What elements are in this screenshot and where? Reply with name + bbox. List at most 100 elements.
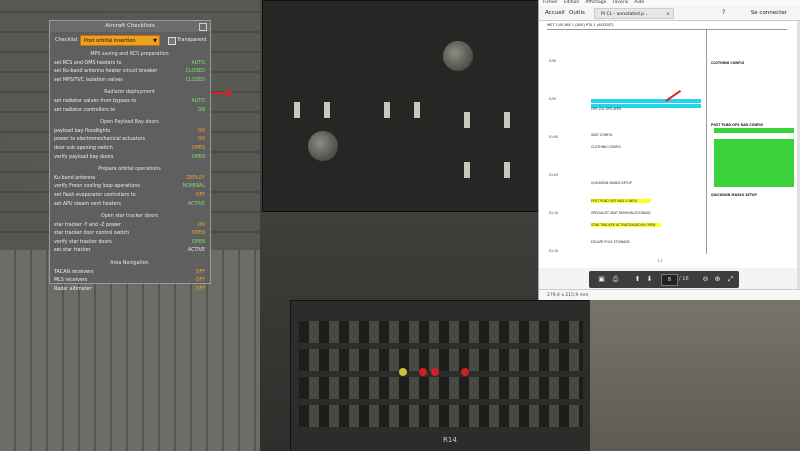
checklist-item[interactable]: set Ku-band antenna heater circuit break…	[54, 68, 205, 77]
save-icon[interactable]: ▣	[597, 275, 606, 284]
zoom-out-icon[interactable]: ⊖	[701, 275, 710, 284]
rotary-knob[interactable]	[308, 131, 338, 161]
pdf-viewer-window: Fichier Edition Affichage Favoris Aide Accue…	[538, 0, 800, 300]
checklist-item-status: ON	[197, 222, 205, 228]
checklist-item[interactable]: power to electromechanical actuators ON	[54, 136, 205, 145]
checklist-item-label: set radiator valves from bypass to	[54, 98, 137, 104]
breaker-row[interactable]	[299, 349, 583, 371]
checklist-item-status: ON	[197, 107, 205, 113]
breaker-yellow[interactable]	[399, 368, 407, 376]
breaker-row[interactable]	[299, 377, 583, 399]
chevron-down-icon: ▼	[153, 38, 157, 44]
checklist-item[interactable]: set MPS/TVC isolation valves CLOSED	[54, 77, 205, 86]
highlight-cyan	[591, 99, 701, 103]
transparent-label: Transparent	[177, 37, 207, 43]
checklist-titlebar[interactable]: Aircraft Checklists	[50, 21, 210, 32]
page-down-icon[interactable]: ⬇	[645, 275, 654, 284]
doc-procedure-row: OPS 201 OPS XFER	[591, 107, 622, 111]
doc-time-label: 0:50	[549, 59, 557, 63]
checklist-item-label: Radar altimeter	[54, 286, 92, 292]
help-icon[interactable]: ?	[722, 9, 725, 16]
checklist-section-heading: Radiator deployment	[104, 90, 155, 96]
circuit-breaker-panel	[290, 300, 592, 451]
checklist-title: Aircraft Checklists	[105, 23, 155, 29]
transparent-checkbox[interactable]	[168, 37, 176, 45]
page-up-icon[interactable]: ⬆	[633, 275, 642, 284]
fit-page-icon[interactable]: ⤢	[726, 275, 735, 284]
checklist-item[interactable]: payload bay floodlights ON	[54, 128, 205, 137]
checklist-item[interactable]: set star tracker ACTIVE	[54, 247, 205, 256]
checklist-item[interactable]: star tracker -Y and -Z power ON	[54, 222, 205, 231]
checklist-item-label: set star tracker	[54, 248, 91, 254]
toggle-switch[interactable]	[293, 101, 301, 119]
checklist-item[interactable]: set RCS and OMS heaters to AUTO	[54, 60, 205, 69]
menu-item[interactable]: Favoris	[612, 0, 628, 5]
menu-item[interactable]: Aide	[634, 0, 644, 5]
sign-in-link[interactable]: Se connecter	[751, 10, 787, 16]
checklist-item-label: set MPS/TVC isolation valves	[54, 77, 123, 83]
panel-label: R14	[443, 436, 457, 444]
page-input[interactable]: 8	[661, 274, 678, 286]
checklist-item-status: OFF	[195, 192, 205, 198]
toggle-switch[interactable]	[463, 111, 471, 129]
highlight-green	[714, 128, 794, 133]
divider	[706, 29, 707, 254]
checklist-item[interactable]: set flash evaporator controllers to OFF	[54, 192, 205, 201]
print-icon[interactable]: ⎙	[611, 275, 620, 284]
checklist-item-label: set Ku-band antenna heater circuit break…	[54, 69, 158, 75]
rotary-knob[interactable]	[443, 41, 473, 71]
checklist-item-label: verify Freon cooling loop operations	[54, 184, 140, 190]
checklist-item[interactable]: verify payload bay doors OPEN	[54, 154, 205, 163]
toggle-switch[interactable]	[503, 111, 511, 129]
checklist-window[interactable]: Aircraft Checklists Checklist Post orbit…	[49, 20, 233, 292]
checklist-item-status: OFF	[195, 286, 205, 292]
checklist-item-label: set radiator controllers to	[54, 107, 116, 113]
checklist-item-label: set APU steam vent heaters	[54, 201, 122, 207]
zoom-in-icon[interactable]: ⊕	[713, 275, 722, 284]
close-icon[interactable]	[199, 23, 207, 31]
breaker-row[interactable]	[299, 321, 583, 343]
toggle-switch[interactable]	[413, 101, 421, 119]
checklist-item-label: TACAN receivers	[54, 269, 94, 275]
breaker-red[interactable]	[419, 368, 427, 376]
checklist-item[interactable]: MLS receivers OFF	[54, 277, 205, 286]
toggle-switch[interactable]	[503, 161, 511, 179]
checklist-select[interactable]: Post orbital insertion ▼	[80, 35, 160, 46]
checklist-item[interactable]: set APU steam vent heaters ACTIVE	[54, 201, 205, 210]
checklist-section-heading: MPS saving and RCS preparation	[90, 52, 169, 57]
home-link[interactable]: Accueil	[545, 10, 565, 16]
checklist-item[interactable]: Ku-band antenna DEPLOY	[54, 175, 205, 184]
breaker-red[interactable]	[461, 368, 469, 376]
document-tab[interactable]: PI CL - annotated.p... ×	[594, 8, 674, 19]
doc-time-label: 01:00	[549, 135, 559, 139]
doc-time-label: 01:05	[549, 173, 559, 177]
checklist-item-label: power to electromechanical actuators	[54, 137, 146, 143]
tools-link[interactable]: Outils	[569, 10, 585, 16]
checklist-item[interactable]: set radiator valves from bypass to AUTO	[54, 98, 205, 107]
checklist-item-label: set RCS and OMS heaters to	[54, 60, 122, 66]
breaker-red[interactable]	[431, 368, 439, 376]
checklist-item-label: payload bay floodlights	[54, 128, 111, 134]
overhead-panel	[262, 0, 544, 212]
right-wall	[590, 300, 800, 451]
menu-item[interactable]: Affichage	[585, 0, 606, 5]
toggle-switch[interactable]	[463, 161, 471, 179]
menu-item[interactable]: Fichier	[543, 0, 558, 5]
checklist-item[interactable]: set radiator controllers to ON	[54, 107, 205, 116]
toggle-switch[interactable]	[383, 101, 391, 119]
close-icon[interactable]: ×	[666, 9, 670, 20]
breaker-row[interactable]	[299, 405, 583, 427]
checklist-item-status: NOMINAL	[182, 184, 205, 190]
checklist-item[interactable]: TACAN receivers OFF	[54, 269, 205, 278]
checklist-item-status: AUTO	[191, 60, 206, 66]
checklist-item[interactable]: star tracker door control switch OPEN	[54, 230, 205, 239]
checklist-item[interactable]: door sub opening switch OPEN	[54, 145, 205, 154]
menu-item[interactable]: Edition	[564, 0, 580, 5]
checklist-item[interactable]: Radar altimeter OFF	[54, 286, 205, 295]
checklist-select-value: Post orbital insertion	[84, 38, 136, 44]
toggle-switch[interactable]	[323, 101, 331, 119]
checklist-item[interactable]: verify Freon cooling loop operations NOMI…	[54, 183, 205, 192]
checklist-item-status: OPEN	[191, 154, 205, 160]
checklist-item-status: OPEN	[191, 239, 205, 245]
checklist-item[interactable]: verify star tracker doors OPEN	[54, 239, 205, 248]
